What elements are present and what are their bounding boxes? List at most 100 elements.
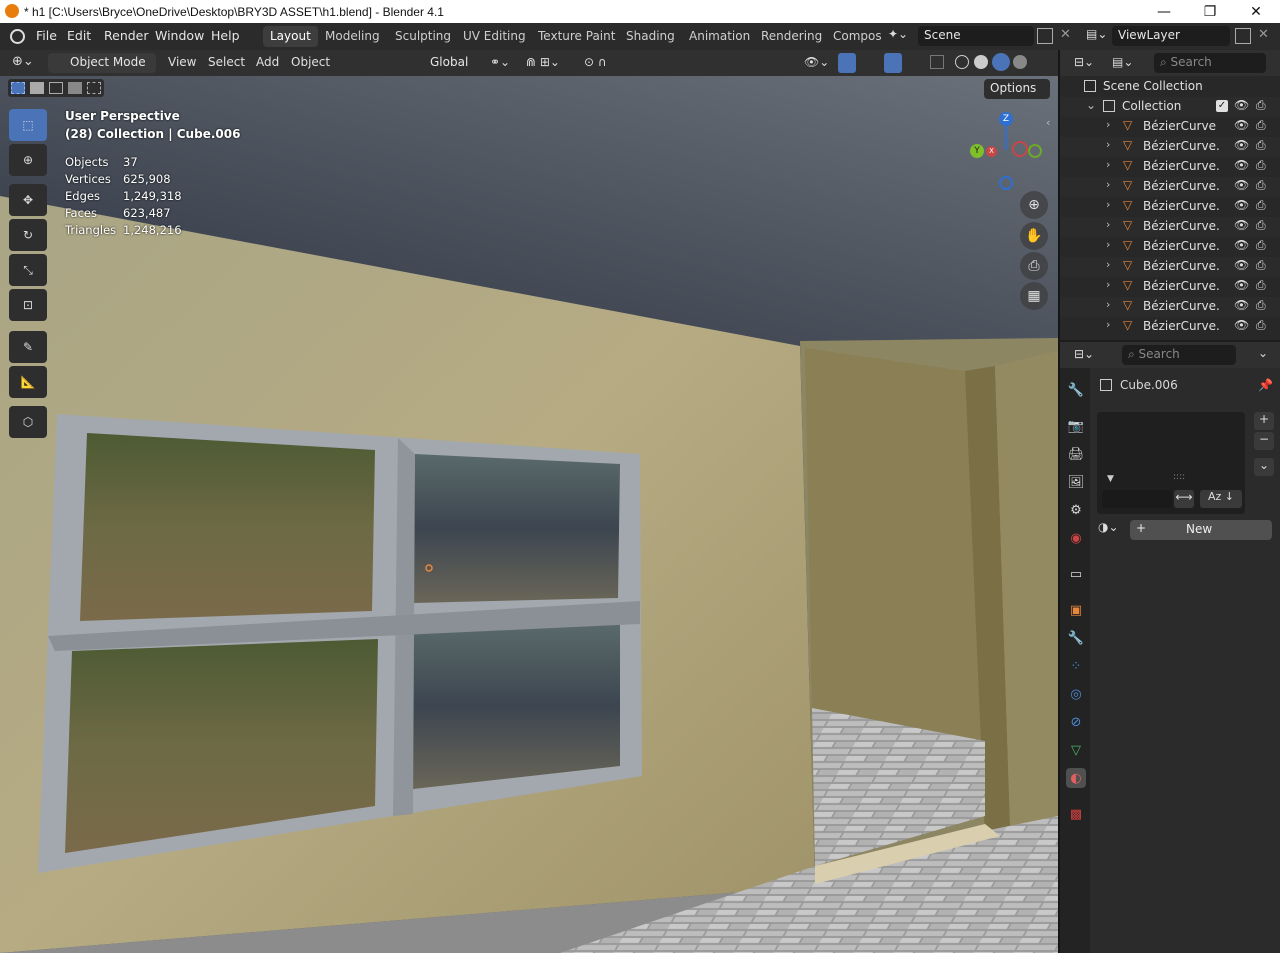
- scene-selector-icon[interactable]: ✦⌄: [888, 27, 916, 47]
- viewlayer-field[interactable]: ViewLayer: [1112, 26, 1230, 46]
- new-material-button[interactable]: + New: [1130, 520, 1272, 540]
- select-box-tool-icon[interactable]: ⬚: [9, 109, 47, 141]
- visibility-eye-icon[interactable]: 👁: [1234, 178, 1249, 192]
- gizmo-z-axis[interactable]: Z: [999, 112, 1013, 126]
- scene-collection-row[interactable]: Scene Collection: [1060, 77, 1280, 97]
- menu-file[interactable]: File: [36, 28, 57, 43]
- collection-row[interactable]: ⌄ Collection ✓ 👁 ⎙: [1060, 97, 1280, 117]
- visibility-eye-icon[interactable]: 👁: [1234, 218, 1249, 232]
- outliner-item-row[interactable]: › ▽ BézierCurve. 👁 ⎙: [1060, 297, 1280, 317]
- select-intersect-icon[interactable]: [87, 82, 101, 94]
- expand-chevron-icon[interactable]: ›: [1106, 198, 1110, 211]
- remove-slot-icon[interactable]: −: [1254, 432, 1274, 450]
- transform-orientation-dropdown[interactable]: Global: [404, 53, 482, 73]
- scale-tool-icon[interactable]: ⤡: [9, 254, 47, 286]
- tab-shading[interactable]: Shading: [619, 26, 682, 47]
- expand-chevron-icon[interactable]: ›: [1106, 318, 1110, 331]
- properties-options-icon[interactable]: ⌄: [1258, 346, 1268, 360]
- expand-chevron-icon[interactable]: ›: [1106, 258, 1110, 271]
- collection-render-icon[interactable]: ⎙: [1256, 98, 1266, 113]
- expand-chevron-icon[interactable]: ›: [1106, 178, 1110, 191]
- tab-sculpting[interactable]: Sculpting: [388, 26, 458, 47]
- filter-swap-icon[interactable]: ⟷: [1174, 490, 1194, 508]
- outliner-item-row[interactable]: › ▽ BézierCurve. 👁 ⎙: [1060, 177, 1280, 197]
- select-invert-icon[interactable]: [68, 82, 82, 94]
- add-cube-tool-icon[interactable]: ⬡: [9, 406, 47, 438]
- menu-edit[interactable]: Edit: [67, 28, 91, 43]
- render-camera-icon[interactable]: ⎙: [1256, 138, 1266, 153]
- render-camera-icon[interactable]: ⎙: [1256, 218, 1266, 233]
- proportional-editing-icon[interactable]: ⊙ ∩: [584, 55, 607, 69]
- xray-toggle-icon[interactable]: [930, 55, 944, 69]
- collapse-chevron-icon[interactable]: ⌄: [1086, 98, 1096, 112]
- expand-chevron-icon[interactable]: ›: [1106, 278, 1110, 291]
- overlays-toggle-icon[interactable]: [884, 53, 902, 73]
- gizmo-x-axis[interactable]: X: [986, 146, 997, 157]
- transform-tool-icon[interactable]: ⊡: [9, 289, 47, 321]
- data-tab-icon[interactable]: ▽: [1066, 740, 1086, 760]
- visibility-eye-icon[interactable]: 👁: [1234, 138, 1249, 152]
- physics-tab-icon[interactable]: ◎: [1066, 684, 1086, 704]
- cursor-tool-icon[interactable]: ⊕: [9, 144, 47, 176]
- collection-checkbox[interactable]: ✓: [1216, 100, 1228, 112]
- menu-render[interactable]: Render: [104, 28, 149, 43]
- object-tab-icon[interactable]: ▣: [1066, 600, 1086, 620]
- output-tab-icon[interactable]: 🖨: [1066, 444, 1086, 464]
- rendered-shading-icon[interactable]: [1013, 55, 1027, 69]
- outliner-item-row[interactable]: › ▽ BézierCurve. 👁 ⎙: [1060, 257, 1280, 277]
- display-mode-icon[interactable]: ▤⌄: [1112, 55, 1133, 69]
- slot-specials-icon[interactable]: ⌄: [1254, 458, 1274, 476]
- tab-uv-editing[interactable]: UV Editing: [456, 26, 533, 47]
- annotate-tool-icon[interactable]: ✎: [9, 331, 47, 363]
- scene-field[interactable]: Scene: [918, 26, 1034, 46]
- move-tool-icon[interactable]: ✥: [9, 184, 47, 216]
- expand-chevron-icon[interactable]: ›: [1106, 298, 1110, 311]
- expand-chevron-icon[interactable]: ›: [1106, 138, 1110, 151]
- pan-hand-icon[interactable]: ✋: [1020, 222, 1048, 250]
- outliner-item-row[interactable]: › ▽ BézierCurve. 👁 ⎙: [1060, 157, 1280, 177]
- new-scene-icon[interactable]: [1037, 28, 1053, 44]
- properties-editor-icon[interactable]: ⊟⌄: [1074, 347, 1094, 361]
- solid-shading-icon[interactable]: [974, 55, 988, 69]
- outliner-item-row[interactable]: › ▽ BézierCurve. 👁 ⎙: [1060, 197, 1280, 217]
- visibility-eye-icon[interactable]: 👁: [1234, 158, 1249, 172]
- view-layer-tab-icon[interactable]: 🖼: [1066, 472, 1086, 492]
- blender-menu-icon[interactable]: [10, 29, 25, 44]
- outliner-search-input[interactable]: ⌕ Search: [1154, 53, 1266, 73]
- tab-modeling[interactable]: Modeling: [318, 26, 387, 47]
- sidebar-toggle-icon[interactable]: ‹: [1046, 116, 1050, 129]
- wireframe-shading-icon[interactable]: [955, 55, 969, 69]
- measure-tool-icon[interactable]: 📐: [9, 366, 47, 398]
- viewport-menu-add[interactable]: Add: [256, 55, 279, 69]
- outliner-item-row[interactable]: › ▽ BézierCurve. 👁 ⎙: [1060, 317, 1280, 337]
- tab-texture-paint[interactable]: Texture Paint: [531, 26, 622, 47]
- outliner-item-row[interactable]: › ▽ BézierCurve. 👁 ⎙: [1060, 217, 1280, 237]
- zoom-icon[interactable]: ⊕: [1020, 191, 1048, 219]
- render-camera-icon[interactable]: ⎙: [1256, 278, 1266, 293]
- tool-tab-icon[interactable]: 🔧: [1066, 380, 1086, 400]
- snap-icon[interactable]: ⋒ ⊞⌄: [526, 55, 560, 69]
- visibility-eye-icon[interactable]: 👁: [1234, 298, 1249, 312]
- render-camera-icon[interactable]: ⎙: [1256, 178, 1266, 193]
- render-camera-icon[interactable]: ⎙: [1256, 238, 1266, 253]
- render-tab-icon[interactable]: 📷: [1066, 416, 1086, 436]
- material-tab-icon[interactable]: ◐: [1066, 768, 1086, 788]
- collection-visibility-icon[interactable]: 👁: [1234, 98, 1249, 112]
- world-tab-icon[interactable]: ◉: [1066, 528, 1086, 548]
- render-camera-icon[interactable]: ⎙: [1256, 318, 1266, 333]
- pivot-point-icon[interactable]: ⚭⌄: [490, 55, 510, 69]
- visibility-eye-icon[interactable]: 👁: [1234, 238, 1249, 252]
- expand-chevron-icon[interactable]: ›: [1106, 238, 1110, 251]
- navigation-gizmo[interactable]: Z Y X: [962, 110, 1052, 200]
- tab-layout[interactable]: Layout: [263, 26, 318, 47]
- add-slot-icon[interactable]: +: [1254, 412, 1274, 430]
- visibility-eye-icon[interactable]: 👁: [1234, 258, 1249, 272]
- gizmo-neg-y[interactable]: [1028, 144, 1042, 158]
- outliner-item-row[interactable]: › ▽ BézierCurve. 👁 ⎙: [1060, 277, 1280, 297]
- close-button[interactable]: ✕: [1233, 0, 1279, 23]
- viewport-menu-object[interactable]: Object: [291, 55, 330, 69]
- texture-tab-icon[interactable]: ▩: [1066, 804, 1086, 824]
- new-viewlayer-icon[interactable]: [1235, 28, 1251, 44]
- expand-chevron-icon[interactable]: ›: [1106, 218, 1110, 231]
- list-filter-icon[interactable]: ▼: [1107, 474, 1114, 484]
